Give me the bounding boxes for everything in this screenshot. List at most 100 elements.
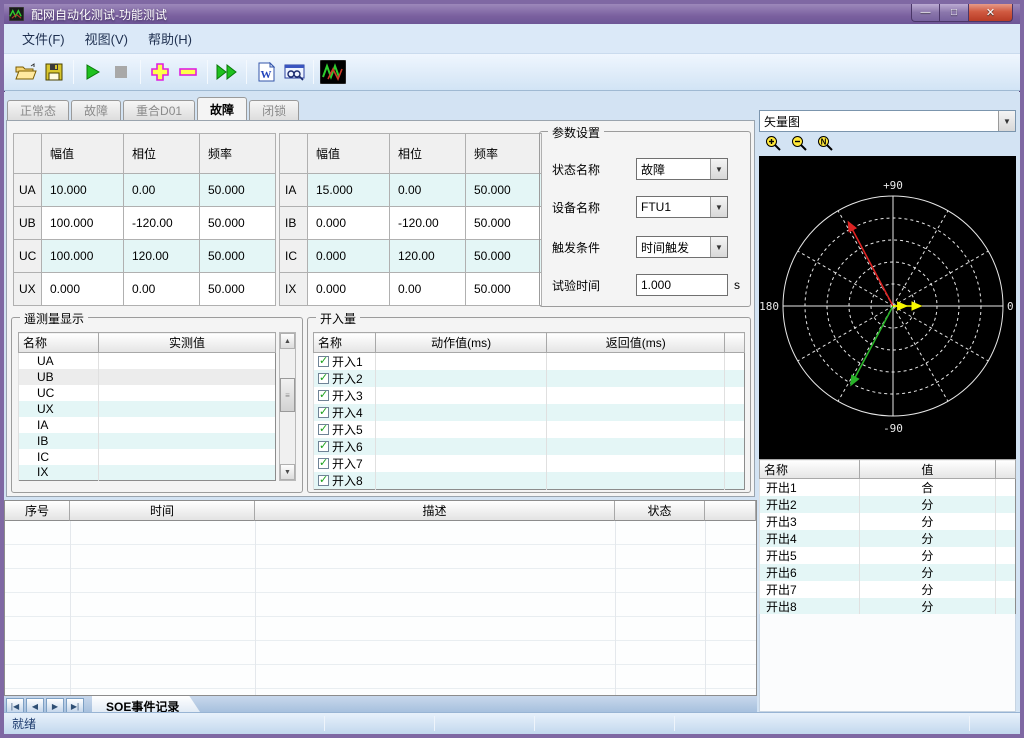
tab-fault-1[interactable]: 故障 [71,100,121,120]
table-row[interactable]: 开出6分 [760,564,1016,581]
table-row[interactable]: 开出5分 [760,547,1016,564]
table-row[interactable]: 开出1合 [760,479,1016,497]
ia-freq-cell[interactable]: 50.000 [466,174,542,207]
table-row[interactable]: IX [19,465,276,481]
table-row[interactable]: IC [19,449,276,465]
run-button[interactable] [79,58,107,86]
chevron-down-icon[interactable]: ▼ [710,237,727,257]
checkbox[interactable] [318,390,329,401]
uc-freq-cell[interactable]: 50.000 [200,240,276,273]
ub-phase-cell[interactable]: -120.00 [124,207,200,240]
checkbox[interactable] [318,424,329,435]
vector-plot-canvas[interactable]: +90 180 0 -90 [759,156,1016,459]
chevron-down-icon[interactable]: ▼ [998,111,1015,131]
ib-freq-cell[interactable]: 50.000 [466,207,542,240]
scroll-down-icon[interactable]: ▼ [280,464,295,480]
state-name-select[interactable]: 故障 ▼ [636,158,728,180]
scroll-up-icon[interactable]: ▲ [280,333,295,349]
tab-reclose-d01[interactable]: 重合D01 [123,100,195,120]
ix-phase-cell[interactable]: 0.00 [390,273,466,306]
remove-button[interactable] [174,58,202,86]
checkbox[interactable] [318,373,329,384]
ua-freq-cell[interactable]: 50.000 [200,174,276,207]
table-row[interactable]: 开出3分 [760,513,1016,530]
table-row[interactable]: UC [19,385,276,401]
table-row[interactable]: 开出4分 [760,530,1016,547]
ix-freq-cell[interactable]: 50.000 [466,273,542,306]
scrollbar-thumb[interactable]: ≡ [280,378,295,412]
col-return-value: 返回值(ms) [547,333,725,353]
save-icon [45,63,63,81]
trigger-condition-label: 触发条件 [552,239,636,256]
table-row[interactable]: 开出7分 [760,581,1016,598]
ux-freq-cell[interactable]: 50.000 [200,273,276,306]
window-controls: — □ ✕ [911,4,1013,22]
ua-phase-cell[interactable]: 0.00 [124,174,200,207]
window-title: 配网自动化测试-功能测试 [31,6,167,23]
word-report-button[interactable]: W [252,58,280,86]
ib-amp-cell[interactable]: 0.000 [308,207,390,240]
add-button[interactable] [146,58,174,86]
ib-phase-cell[interactable]: -120.00 [390,207,466,240]
tab-normal-state[interactable]: 正常态 [7,100,69,120]
uc-phase-cell[interactable]: 120.00 [124,240,200,273]
checkbox[interactable] [318,407,329,418]
event-table-body[interactable] [5,521,756,695]
checkbox[interactable] [318,475,329,486]
zoom-out-icon[interactable] [791,135,808,152]
checkbox[interactable] [318,441,329,452]
vector-plot: +90 180 0 -90 [759,156,1016,459]
ub-freq-cell[interactable]: 50.000 [200,207,276,240]
preview-button[interactable] [280,58,308,86]
table-row[interactable]: IA [19,417,276,433]
maximize-button[interactable]: □ [940,4,968,22]
tab-fault-active[interactable]: 故障 [197,97,247,120]
stop-button[interactable] [107,58,135,86]
ic-freq-cell[interactable]: 50.000 [466,240,542,273]
test-time-input[interactable] [636,274,728,296]
ia-phase-cell[interactable]: 0.00 [390,174,466,207]
checkbox[interactable] [318,458,329,469]
device-name-select[interactable]: FTU1 ▼ [636,196,728,218]
trigger-condition-select[interactable]: 时间触发 ▼ [636,236,728,258]
minus-icon [178,62,198,82]
ux-phase-cell[interactable]: 0.00 [124,273,200,306]
menu-help[interactable]: 帮助(H) [138,25,202,52]
ix-amp-cell[interactable]: 0.000 [308,273,390,306]
param-settings-group: 参数设置 状态名称 故障 ▼ 设备名称 FTU1 ▼ 触发条件 [539,131,751,307]
chevron-down-icon[interactable]: ▼ [710,159,727,179]
output-value: 合 [859,479,995,497]
uc-amp-cell[interactable]: 100.000 [42,240,124,273]
table-row: 开入6 [314,438,745,455]
ux-amp-cell[interactable]: 0.000 [42,273,124,306]
output-value: 分 [859,530,995,547]
open-folder-icon [15,63,37,81]
open-file-button[interactable] [12,58,40,86]
chevron-down-icon[interactable]: ▼ [710,197,727,217]
ua-amp-cell[interactable]: 10.000 [42,174,124,207]
ic-amp-cell[interactable]: 0.000 [308,240,390,273]
checkbox[interactable] [318,356,329,367]
telemetry-scrollbar[interactable]: ▲ ≡ ▼ [279,332,296,481]
view-selector[interactable]: 矢量图 ▼ [759,110,1016,132]
menu-file[interactable]: 文件(F) [12,25,75,52]
zoom-normal-icon[interactable]: N [817,135,834,152]
close-button[interactable]: ✕ [968,4,1013,22]
ia-amp-cell[interactable]: 15.000 [308,174,390,207]
table-row[interactable]: 开出8分 [760,598,1016,616]
minimize-button[interactable]: — [911,4,940,22]
waveform-button[interactable] [319,58,347,86]
table-row[interactable]: IB [19,433,276,449]
ic-phase-cell[interactable]: 120.00 [390,240,466,273]
table-row: UC 100.000 120.00 50.000 [14,240,276,273]
table-row[interactable]: UA [19,353,276,369]
ub-amp-cell[interactable]: 100.000 [42,207,124,240]
fast-run-button[interactable] [213,58,241,86]
tab-lockout[interactable]: 闭锁 [249,100,299,120]
menu-view[interactable]: 视图(V) [75,25,138,52]
table-row[interactable]: 开出2分 [760,496,1016,513]
save-button[interactable] [40,58,68,86]
table-row[interactable]: UB [19,369,276,385]
zoom-in-icon[interactable] [765,135,782,152]
table-row[interactable]: UX [19,401,276,417]
